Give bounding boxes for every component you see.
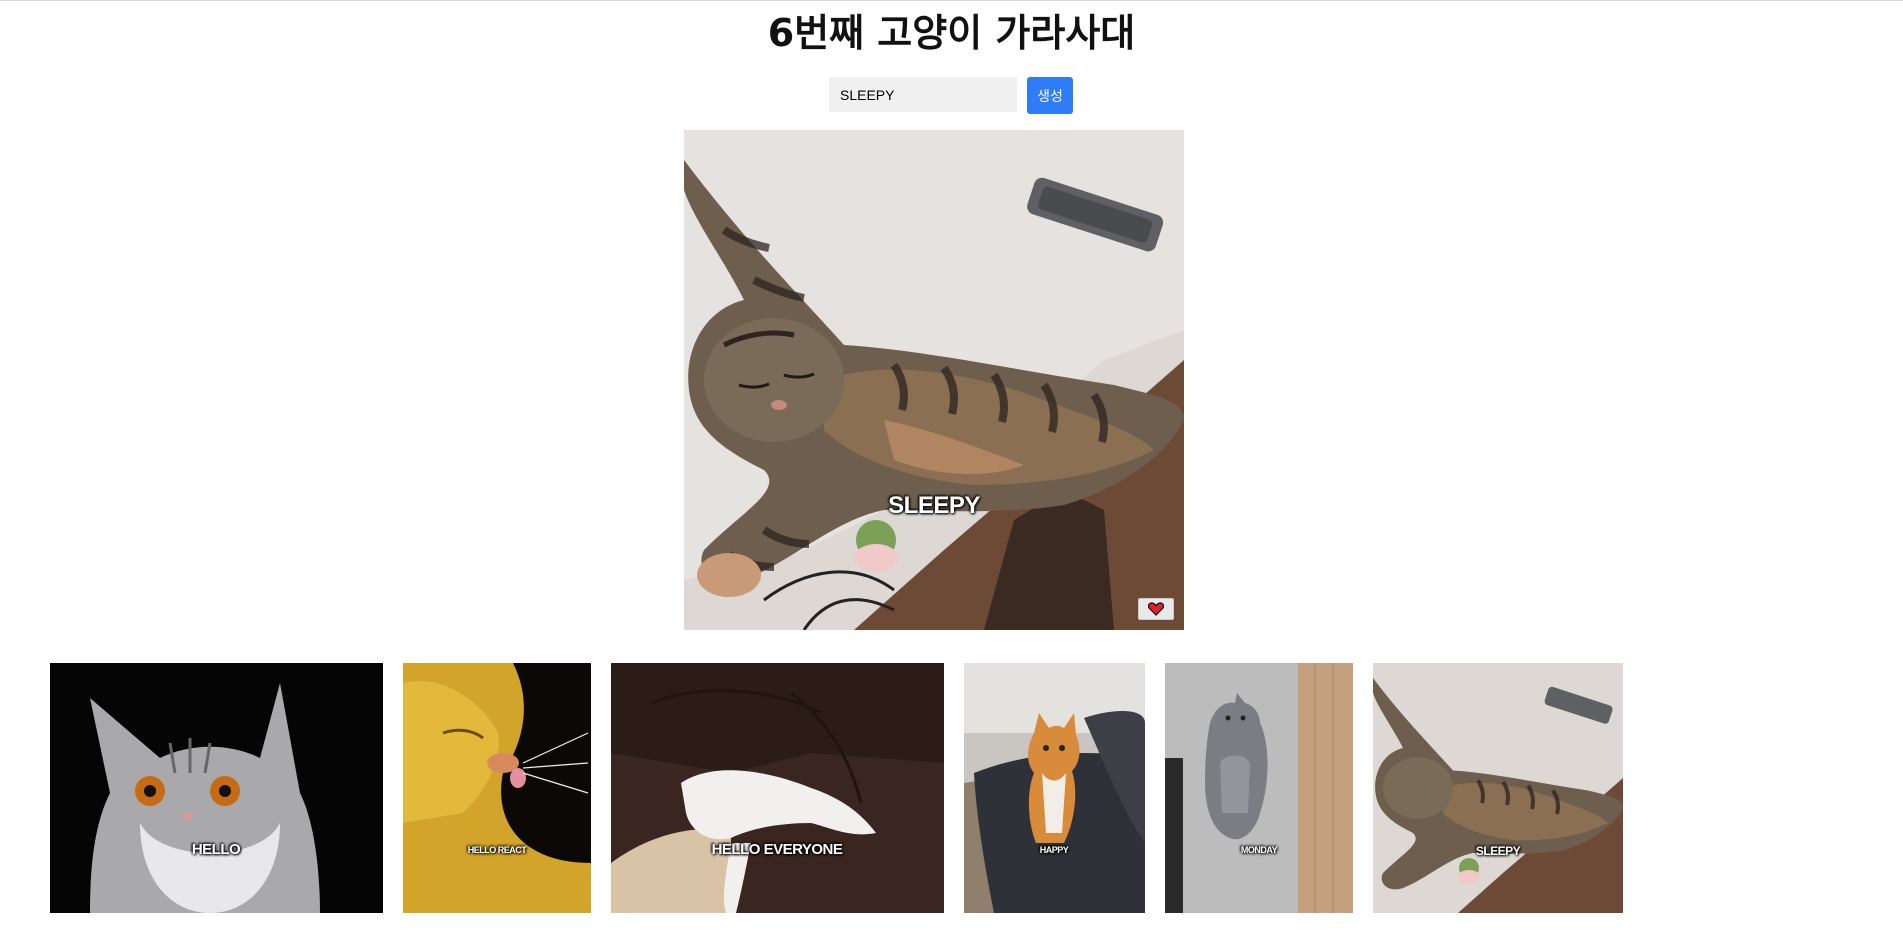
gallery-item[interactable]: HELLO EVERYONE (611, 663, 944, 913)
caption-form: 생성 (829, 77, 1073, 114)
happy-cat-photo (964, 663, 1145, 913)
generated-cat-image: SLEEPY (684, 130, 1184, 630)
gallery-item[interactable]: HELLO REACT (403, 663, 591, 913)
gallery-caption: HELLO REACT (467, 845, 527, 855)
heart-icon (1148, 602, 1164, 616)
gallery-item[interactable]: MONDAY (1165, 663, 1353, 913)
top-divider (0, 0, 1903, 1)
page-title: 6번째 고양이 가라사대 (767, 11, 1136, 55)
gallery-caption: MONDAY (1240, 845, 1278, 855)
white-cat-sofa-photo (611, 663, 944, 913)
gallery-item[interactable]: HELLO (50, 663, 383, 913)
gallery-caption: SLEEPY (1475, 844, 1521, 858)
grey-cat-photo (50, 663, 383, 913)
cat-gallery: HELLO HELLO REACT HELLO EVERYONE HAPPY M… (50, 663, 1623, 913)
gallery-item[interactable]: HAPPY (964, 663, 1145, 913)
sleeping-cat-photo (684, 130, 1184, 630)
gallery-caption: HAPPY (1039, 845, 1069, 855)
gallery-caption: HELLO (191, 841, 241, 858)
caption-input[interactable] (829, 77, 1017, 112)
like-button[interactable] (1138, 598, 1174, 620)
main-caption: SLEEPY (888, 492, 980, 519)
orange-cat-photo (403, 663, 591, 913)
sleepy-cat-photo (1373, 663, 1623, 913)
monday-cat-photo (1165, 663, 1353, 913)
gallery-caption: HELLO EVERYONE (711, 841, 843, 858)
create-button[interactable]: 생성 (1027, 77, 1073, 114)
gallery-item[interactable]: SLEEPY (1373, 663, 1623, 913)
